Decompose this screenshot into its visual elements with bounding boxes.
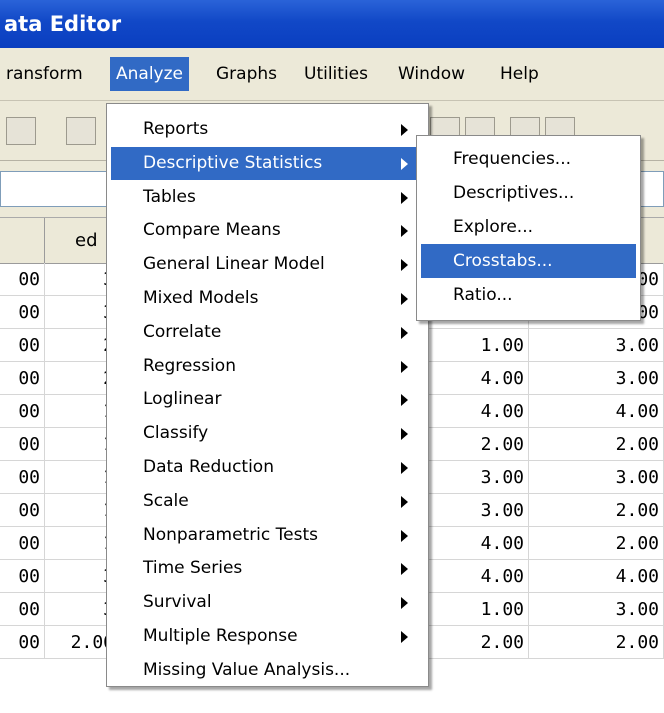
menu-item-label: Loglinear [143,389,222,410]
menu-analyze[interactable]: Analyze [110,57,189,91]
analyze-menu-item[interactable]: Tables [111,181,424,214]
table-cell[interactable]: 00 [0,461,45,494]
table-cell[interactable]: 3.00 [529,362,664,395]
table-cell[interactable]: 00 [0,560,45,593]
table-cell[interactable]: 00 [0,395,45,428]
table-cell[interactable]: 3.00 [529,329,664,362]
analyze-menu-item[interactable]: General Linear Model [111,248,424,281]
menu-item-label: Classify [143,423,209,444]
analyze-menu-item[interactable]: Data Reduction [111,451,424,484]
analyze-menu-item[interactable]: Missing Value Analysis... [111,654,424,687]
submenu-arrow-icon [401,124,408,136]
submenu-arrow-icon [401,191,408,204]
table-cell[interactable]: 00 [0,593,45,626]
submenu-item[interactable]: Crosstabs... [421,244,636,278]
submenu-arrow-icon [401,563,408,576]
submenu-item[interactable]: Frequencies... [421,142,636,176]
menu-item-label: Missing Value Analysis... [143,659,351,680]
table-cell[interactable]: 2.00 [529,626,664,659]
menubar: ransform Analyze Graphs Utilities Window… [0,48,664,101]
menu-item-label: Multiple Response [143,626,298,646]
menu-item-label: Tables [143,186,196,207]
table-cell[interactable]: 00 [0,494,45,527]
table-cell[interactable]: 00 [0,626,45,659]
column-header[interactable] [0,218,45,263]
analyze-menu: Reports Descriptive Statistics Tables Compa… [106,103,429,687]
table-cell[interactable]: 00 [0,296,45,329]
menu-item-label: Regression [143,355,236,376]
menu-graphs[interactable]: Graphs [210,57,283,91]
table-cell[interactable]: 00 [0,329,45,362]
menu-item-label: Survival [143,592,212,613]
menu-item-label: Correlate [143,321,222,342]
menu-item-label: Scale [143,490,189,511]
menu-item-label: General Linear Model [143,254,325,275]
analyze-menu-item[interactable]: Nonparametric Tests [111,519,424,552]
submenu-arrow-icon [401,529,408,542]
table-cell[interactable]: 00 [0,263,45,296]
table-cell[interactable]: 3.00 [529,593,664,626]
submenu-arrow-icon [401,597,408,610]
submenu-arrow-icon [401,157,408,170]
analyze-menu-item[interactable]: Reports [111,113,424,146]
submenu-item[interactable]: Explore... [421,210,636,244]
menu-item-label: Mixed Models [143,288,259,308]
menu-transform[interactable]: ransform [0,57,89,91]
analyze-menu-item[interactable]: Descriptive Statistics [111,146,424,180]
submenu-arrow-icon [401,293,408,305]
table-cell[interactable]: 00 [0,428,45,461]
table-cell[interactable]: 3.00 [529,461,664,494]
table-cell[interactable]: 4.00 [529,560,664,593]
table-cell[interactable]: 00 [0,362,45,395]
table-cell[interactable]: 2.00 [529,494,664,527]
window-title: ata Editor [0,0,664,48]
menu-item-label: Compare Means [143,220,281,241]
analyze-menu-item[interactable]: Compare Means [111,214,424,247]
submenu-arrow-icon [401,428,408,441]
cell-reference-box[interactable] [0,171,116,207]
analyze-menu-item[interactable]: Regression [111,350,424,383]
menu-item-label: Reports [143,119,209,139]
submenu-arrow-icon [401,259,408,272]
table-cell[interactable]: 00 [0,527,45,560]
menu-item-label: Nonparametric Tests [143,524,318,545]
analyze-menu-item[interactable]: Scale [111,485,424,518]
menu-item-label: Descriptive Statistics [143,152,323,173]
submenu-item[interactable]: Ratio... [421,278,636,312]
goto-chart-icon[interactable] [66,117,96,145]
submenu-arrow-icon [401,360,408,373]
menu-utilities[interactable]: Utilities [298,57,374,91]
submenu-item[interactable]: Descriptives... [421,176,636,210]
table-cell[interactable]: 2.00 [529,428,664,461]
submenu-arrow-icon [401,495,408,508]
menu-item-label: Data Reduction [143,457,274,477]
submenu-arrow-icon [401,631,408,643]
submenu-arrow-icon [401,462,408,474]
analyze-menu-item[interactable]: Mixed Models [111,282,424,315]
menu-item-label: Time Series [143,558,243,579]
submenu-arrow-icon [401,326,408,339]
redo-icon[interactable] [6,117,36,145]
analyze-menu-item[interactable]: Loglinear [111,383,424,416]
menu-window[interactable]: Window [392,57,471,91]
analyze-menu-item[interactable]: Classify [111,417,424,450]
menu-help[interactable]: Help [494,57,545,91]
analyze-menu-item[interactable]: Time Series [111,552,424,585]
descriptive-statistics-submenu: Frequencies... Descriptives... Explore... C… [416,135,641,321]
submenu-arrow-icon [401,225,408,238]
analyze-menu-item[interactable]: Multiple Response [111,620,424,653]
submenu-arrow-icon [401,394,408,407]
table-cell[interactable]: 2.00 [529,527,664,560]
analyze-menu-item[interactable]: Survival [111,586,424,619]
analyze-menu-item[interactable]: Correlate [111,316,424,349]
table-cell[interactable]: 4.00 [529,395,664,428]
